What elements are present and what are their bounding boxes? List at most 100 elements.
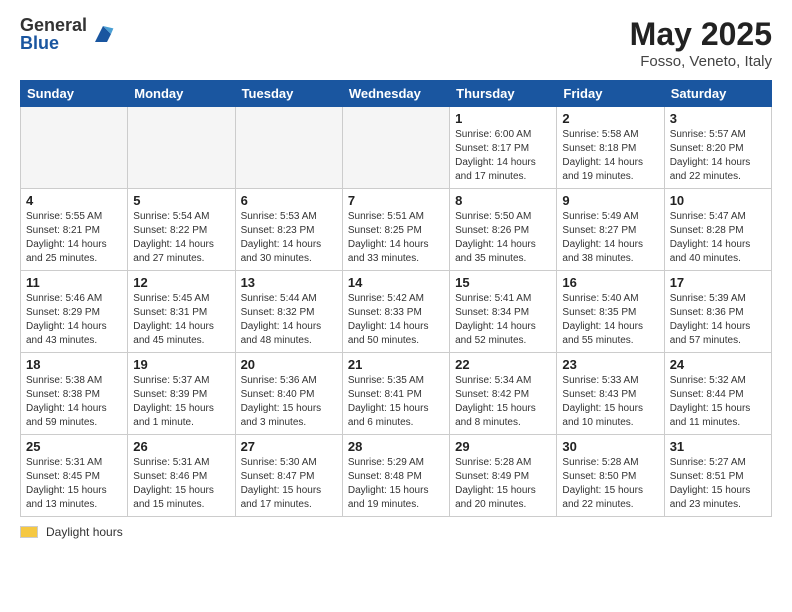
day-info: Sunrise: 5:31 AM Sunset: 8:46 PM Dayligh… <box>133 456 229 512</box>
day-number: 21 <box>348 357 444 372</box>
calendar-cell <box>128 107 235 189</box>
weekday-header-wednesday: Wednesday <box>342 81 449 107</box>
day-info: Sunrise: 5:38 AM Sunset: 8:38 PM Dayligh… <box>26 374 122 430</box>
day-number: 25 <box>26 439 122 454</box>
week-row-5: 25 Sunrise: 5:31 AM Sunset: 8:45 PM Dayli… <box>21 435 772 517</box>
day-info: Sunrise: 5:44 AM Sunset: 8:32 PM Dayligh… <box>241 292 337 348</box>
day-info: Sunrise: 5:46 AM Sunset: 8:29 PM Dayligh… <box>26 292 122 348</box>
day-info: Sunrise: 5:27 AM Sunset: 8:51 PM Dayligh… <box>670 456 766 512</box>
calendar-cell: 7Sunrise: 5:51 AM Sunset: 8:25 PM Daylig… <box>342 189 449 271</box>
calendar-cell <box>342 107 449 189</box>
calendar-cell: 6Sunrise: 5:53 AM Sunset: 8:23 PM Daylig… <box>235 189 342 271</box>
calendar-cell: 25 Sunrise: 5:31 AM Sunset: 8:45 PM Dayli… <box>21 435 128 517</box>
location-title: Fosso, Veneto, Italy <box>630 53 772 70</box>
title-block: May 2025 Fosso, Veneto, Italy <box>630 16 772 70</box>
day-number: 18 <box>26 357 122 372</box>
day-info: Sunrise: 5:33 AM Sunset: 8:43 PM Dayligh… <box>562 374 658 430</box>
calendar-cell: 30 Sunrise: 5:28 AM Sunset: 8:50 PM Dayli… <box>557 435 664 517</box>
calendar-cell: 8Sunrise: 5:50 AM Sunset: 8:26 PM Daylig… <box>450 189 557 271</box>
day-number: 8 <box>455 193 551 208</box>
day-info: Sunrise: 5:40 AM Sunset: 8:35 PM Dayligh… <box>562 292 658 348</box>
day-number: 29 <box>455 439 551 454</box>
day-number: 16 <box>562 275 658 290</box>
day-number: 28 <box>348 439 444 454</box>
calendar-cell: 28Sunrise: 5:29 AM Sunset: 8:48 PM Dayli… <box>342 435 449 517</box>
day-info: Sunrise: 5:57 AM Sunset: 8:20 PM Dayligh… <box>670 128 766 184</box>
footer: Daylight hours <box>20 525 772 539</box>
calendar-cell: 13 Sunrise: 5:44 AM Sunset: 8:32 PM Dayli… <box>235 271 342 353</box>
calendar-cell: 31 Sunrise: 5:27 AM Sunset: 8:51 PM Dayli… <box>664 435 771 517</box>
calendar-cell: 16 Sunrise: 5:40 AM Sunset: 8:35 PM Dayli… <box>557 271 664 353</box>
calendar-cell: 9 Sunrise: 5:49 AM Sunset: 8:27 PM Daylig… <box>557 189 664 271</box>
logo-icon <box>91 22 115 46</box>
day-number: 20 <box>241 357 337 372</box>
logo-blue: Blue <box>20 34 87 52</box>
calendar-cell: 2 Sunrise: 5:58 AM Sunset: 8:18 PM Daylig… <box>557 107 664 189</box>
calendar-cell: 10Sunrise: 5:47 AM Sunset: 8:28 PM Dayli… <box>664 189 771 271</box>
day-info: Sunrise: 5:36 AM Sunset: 8:40 PM Dayligh… <box>241 374 337 430</box>
weekday-header-monday: Monday <box>128 81 235 107</box>
calendar-cell: 27Sunrise: 5:30 AM Sunset: 8:47 PM Dayli… <box>235 435 342 517</box>
day-number: 9 <box>562 193 658 208</box>
calendar-cell: 21 Sunrise: 5:35 AM Sunset: 8:41 PM Dayli… <box>342 353 449 435</box>
day-info: Sunrise: 5:39 AM Sunset: 8:36 PM Dayligh… <box>670 292 766 348</box>
daylight-label: Daylight hours <box>46 525 123 539</box>
calendar-cell: 20 Sunrise: 5:36 AM Sunset: 8:40 PM Dayli… <box>235 353 342 435</box>
day-info: Sunrise: 5:41 AM Sunset: 8:34 PM Dayligh… <box>455 292 551 348</box>
weekday-header-tuesday: Tuesday <box>235 81 342 107</box>
day-number: 11 <box>26 275 122 290</box>
day-number: 1 <box>455 111 551 126</box>
day-number: 22 <box>455 357 551 372</box>
weekday-header-friday: Friday <box>557 81 664 107</box>
calendar-cell: 17 Sunrise: 5:39 AM Sunset: 8:36 PM Dayli… <box>664 271 771 353</box>
day-info: Sunrise: 5:37 AM Sunset: 8:39 PM Dayligh… <box>133 374 229 430</box>
day-number: 13 <box>241 275 337 290</box>
calendar-cell: 11 Sunrise: 5:46 AM Sunset: 8:29 PM Dayli… <box>21 271 128 353</box>
day-info: Sunrise: 5:28 AM Sunset: 8:49 PM Dayligh… <box>455 456 551 512</box>
day-number: 12 <box>133 275 229 290</box>
calendar-cell: 29 Sunrise: 5:28 AM Sunset: 8:49 PM Dayli… <box>450 435 557 517</box>
day-info: Sunrise: 5:28 AM Sunset: 8:50 PM Dayligh… <box>562 456 658 512</box>
calendar-table: SundayMondayTuesdayWednesdayThursdayFrid… <box>20 80 772 517</box>
calendar-cell: 18 Sunrise: 5:38 AM Sunset: 8:38 PM Dayli… <box>21 353 128 435</box>
week-row-2: 4Sunrise: 5:55 AM Sunset: 8:21 PM Daylig… <box>21 189 772 271</box>
week-row-4: 18 Sunrise: 5:38 AM Sunset: 8:38 PM Dayli… <box>21 353 772 435</box>
day-info: Sunrise: 5:45 AM Sunset: 8:31 PM Dayligh… <box>133 292 229 348</box>
day-info: Sunrise: 5:32 AM Sunset: 8:44 PM Dayligh… <box>670 374 766 430</box>
calendar-cell: 15 Sunrise: 5:41 AM Sunset: 8:34 PM Dayli… <box>450 271 557 353</box>
day-info: Sunrise: 5:58 AM Sunset: 8:18 PM Dayligh… <box>562 128 658 184</box>
calendar-cell: 3 Sunrise: 5:57 AM Sunset: 8:20 PM Daylig… <box>664 107 771 189</box>
day-info: Sunrise: 5:49 AM Sunset: 8:27 PM Dayligh… <box>562 210 658 266</box>
day-number: 2 <box>562 111 658 126</box>
weekday-header-sunday: Sunday <box>21 81 128 107</box>
weekday-header-saturday: Saturday <box>664 81 771 107</box>
page: General Blue May 2025 Fosso, Veneto, Ita… <box>0 0 792 612</box>
day-number: 15 <box>455 275 551 290</box>
day-number: 27 <box>241 439 337 454</box>
day-number: 17 <box>670 275 766 290</box>
day-number: 4 <box>26 193 122 208</box>
calendar-cell: 12 Sunrise: 5:45 AM Sunset: 8:31 PM Dayli… <box>128 271 235 353</box>
calendar-cell: 5Sunrise: 5:54 AM Sunset: 8:22 PM Daylig… <box>128 189 235 271</box>
daylight-box-icon <box>20 526 38 538</box>
day-info: Sunrise: 5:42 AM Sunset: 8:33 PM Dayligh… <box>348 292 444 348</box>
calendar-cell <box>21 107 128 189</box>
weekday-header-row: SundayMondayTuesdayWednesdayThursdayFrid… <box>21 81 772 107</box>
day-number: 30 <box>562 439 658 454</box>
day-info: Sunrise: 6:00 AM Sunset: 8:17 PM Dayligh… <box>455 128 551 184</box>
day-info: Sunrise: 5:35 AM Sunset: 8:41 PM Dayligh… <box>348 374 444 430</box>
logo-text: General Blue <box>20 16 87 52</box>
day-number: 10 <box>670 193 766 208</box>
week-row-3: 11 Sunrise: 5:46 AM Sunset: 8:29 PM Dayli… <box>21 271 772 353</box>
logo: General Blue <box>20 16 115 52</box>
day-info: Sunrise: 5:54 AM Sunset: 8:22 PM Dayligh… <box>133 210 229 266</box>
month-title: May 2025 <box>630 16 772 53</box>
day-number: 14 <box>348 275 444 290</box>
day-number: 31 <box>670 439 766 454</box>
day-info: Sunrise: 5:31 AM Sunset: 8:45 PM Dayligh… <box>26 456 122 512</box>
day-number: 3 <box>670 111 766 126</box>
day-number: 24 <box>670 357 766 372</box>
calendar-cell: 4Sunrise: 5:55 AM Sunset: 8:21 PM Daylig… <box>21 189 128 271</box>
calendar-cell: 22Sunrise: 5:34 AM Sunset: 8:42 PM Dayli… <box>450 353 557 435</box>
calendar-cell: 26Sunrise: 5:31 AM Sunset: 8:46 PM Dayli… <box>128 435 235 517</box>
